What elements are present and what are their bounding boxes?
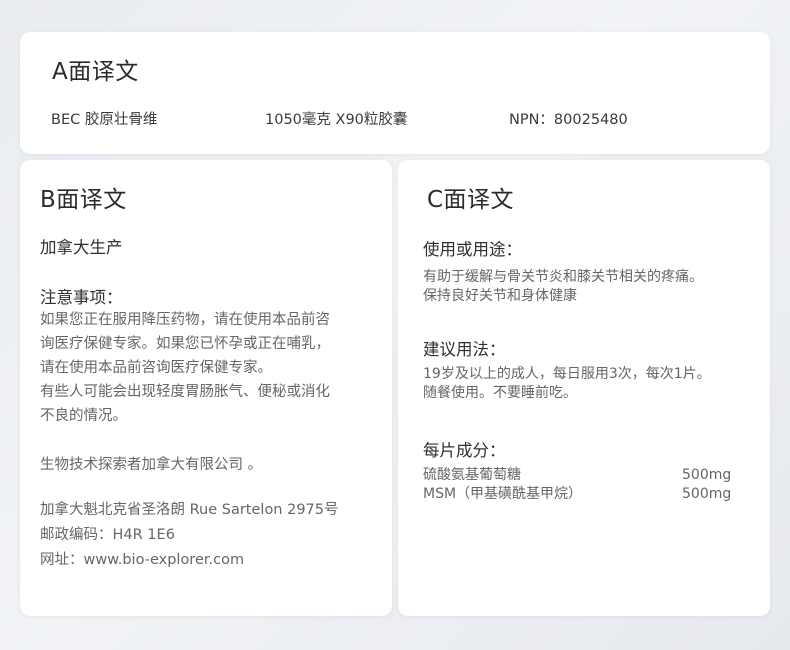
company-address: 加拿大魁北克省圣洛朗 Rue Sartelon 2975号 [40,502,339,518]
npn-number: NPN：80025480 [509,112,628,128]
cautions-heading: 注意事项： [40,288,123,307]
made-in-label: 加拿大生产 [40,238,123,257]
dosage-heading: 建议用法： [423,340,506,359]
panel-c-title: C面译文 [427,187,515,213]
ingredient-row: 硫酸氨基葡萄糖 500mg [423,466,743,485]
ingredient-name: MSM（甲基磺酰基甲烷） [423,486,583,502]
ingredient-name: 硫酸氨基葡萄糖 [423,467,521,483]
use-text: 有助于缓解与骨关节炎和膝关节相关的疼痛。 保持良好关节和身体健康 [423,268,703,306]
ingredient-row: MSM（甲基磺酰基甲烷） 500mg [423,485,743,504]
company-name: 生物技术探索者加拿大有限公司 。 [40,457,263,473]
cautions-line: 不良的情况。 [40,408,127,424]
use-line: 保持良好关节和身体健康 [423,288,577,304]
dosage-text: 19岁及以上的成人，每日服用3次，每次1片。 随餐使用。不要睡前吃。 [423,365,711,403]
panel-a-title: A面译文 [52,59,139,85]
ingredients-list: 硫酸氨基葡萄糖 500mg MSM（甲基磺酰基甲烷） 500mg [423,466,743,504]
panel-c-card: C面译文 使用或用途： 有助于缓解与骨关节炎和膝关节相关的疼痛。 保持良好关节和… [398,160,770,616]
dosage-line: 随餐使用。不要睡前吃。 [423,385,577,401]
cautions-text: 如果您正在服用降压药物，请在使用本品前咨 询医疗保健专家。如果您已怀孕或正在哺乳… [40,308,330,428]
product-name: BEC 胶原壮骨维 [51,112,158,128]
panel-b-card: B面译文 加拿大生产 注意事项： 如果您正在服用降压药物，请在使用本品前咨 询医… [20,160,392,616]
postal-code: 邮政编码：H4R 1E6 [40,527,175,543]
dosage-line: 19岁及以上的成人，每日服用3次，每次1片。 [423,366,711,382]
product-spec: 1050毫克 X90粒胶囊 [265,112,408,128]
panel-b-title: B面译文 [40,187,127,213]
cautions-line: 请在使用本品前咨询医疗保健专家。 [40,360,272,376]
use-heading: 使用或用途： [423,240,522,259]
ingredient-amount: 500mg [682,486,732,502]
cautions-line: 询医疗保健专家。如果您已怀孕或正在哺乳， [40,336,330,352]
panel-a-card: A面译文 BEC 胶原壮骨维 1050毫克 X90粒胶囊 NPN：8002548… [20,32,770,154]
cautions-line: 有些人可能会出现轻度胃肠胀气、便秘或消化 [40,384,330,400]
use-line: 有助于缓解与骨关节炎和膝关节相关的疼痛。 [423,269,703,285]
ingredient-amount: 500mg [682,467,732,483]
ingredients-heading: 每片成分： [423,441,506,460]
website: 网址：www.bio-explorer.com [40,552,245,568]
cautions-line: 如果您正在服用降压药物，请在使用本品前咨 [40,312,330,328]
